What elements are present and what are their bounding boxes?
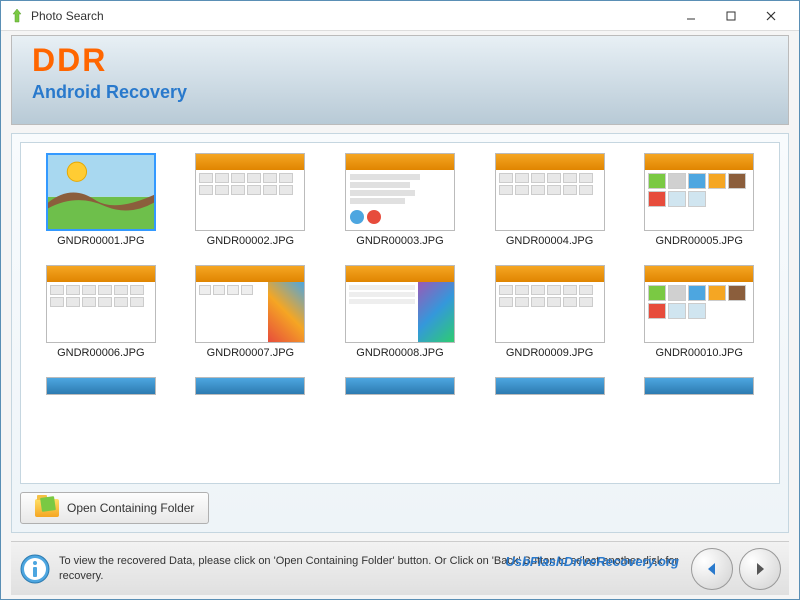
thumbnail-area[interactable]: GNDR00001.JPG GNDR00002.JPG GNDR00003.JPG G… (20, 142, 780, 484)
thumbnail-item[interactable] (31, 377, 171, 395)
thumbnail-item[interactable] (330, 377, 470, 395)
thumbnail-item[interactable]: GNDR00010.JPG (629, 265, 769, 359)
nav-buttons (691, 548, 781, 590)
thumbnail-item[interactable] (629, 377, 769, 395)
thumbnail-image (345, 265, 455, 343)
thumbnail-label: GNDR00005.JPG (655, 235, 742, 247)
thumbnail-image (46, 377, 156, 395)
thumbnail-image (644, 265, 754, 343)
logo-text: DDR (32, 44, 768, 76)
app-icon (9, 8, 25, 24)
window-title: Photo Search (31, 9, 671, 23)
thumbnail-item[interactable] (181, 377, 321, 395)
thumbnail-image (195, 377, 305, 395)
back-arrow-icon (703, 560, 721, 578)
thumbnail-image (46, 153, 156, 231)
open-containing-folder-button[interactable]: Open Containing Folder (20, 492, 209, 524)
thumbnail-image (345, 153, 455, 231)
thumbnail-label: GNDR00007.JPG (207, 347, 294, 359)
thumbnail-image (46, 265, 156, 343)
thumbnail-item[interactable]: GNDR00007.JPG (181, 265, 321, 359)
thumbnail-image (644, 153, 754, 231)
thumbnail-image (495, 377, 605, 395)
thumbnail-item[interactable]: GNDR00006.JPG (31, 265, 171, 359)
thumbnail-label: GNDR00003.JPG (356, 235, 443, 247)
thumbnail-label: GNDR00009.JPG (506, 347, 593, 359)
thumbnail-image (195, 265, 305, 343)
info-icon (19, 553, 51, 585)
thumbnail-image (495, 153, 605, 231)
thumbnail-label: GNDR00006.JPG (57, 347, 144, 359)
thumbnail-image (195, 153, 305, 231)
thumbnail-label: GNDR00002.JPG (207, 235, 294, 247)
thumbnail-item[interactable]: GNDR00008.JPG (330, 265, 470, 359)
close-icon (766, 11, 776, 21)
content-frame: GNDR00001.JPG GNDR00002.JPG GNDR00003.JPG G… (11, 133, 789, 533)
thumbnail-image (495, 265, 605, 343)
window-controls (671, 2, 791, 30)
watermark-text: UsbFlashDriveRecovery.org (505, 554, 679, 569)
footer-bar: To view the recovered Data, please click… (11, 541, 789, 595)
app-window: Photo Search DDR Android Recovery GNDR00… (0, 0, 800, 600)
thumbnail-item[interactable]: GNDR00009.JPG (480, 265, 620, 359)
minimize-button[interactable] (671, 2, 711, 30)
maximize-icon (726, 11, 736, 21)
open-folder-label: Open Containing Folder (67, 501, 194, 515)
thumbnail-item[interactable]: GNDR00005.JPG (629, 153, 769, 247)
thumbnail-label: GNDR00010.JPG (655, 347, 742, 359)
thumbnail-item[interactable]: GNDR00003.JPG (330, 153, 470, 247)
back-button[interactable] (691, 548, 733, 590)
thumbnail-image (345, 377, 455, 395)
thumbnail-item[interactable]: GNDR00001.JPG (31, 153, 171, 247)
thumbnail-label: GNDR00008.JPG (356, 347, 443, 359)
thumbnail-item[interactable]: GNDR00002.JPG (181, 153, 321, 247)
folder-icon (35, 499, 59, 517)
thumbnail-item[interactable]: GNDR00004.JPG (480, 153, 620, 247)
forward-button[interactable] (739, 548, 781, 590)
forward-arrow-icon (751, 560, 769, 578)
minimize-icon (686, 11, 696, 21)
thumbnail-grid: GNDR00001.JPG GNDR00002.JPG GNDR00003.JPG G… (31, 153, 769, 395)
button-row: Open Containing Folder (20, 492, 780, 524)
titlebar: Photo Search (1, 1, 799, 31)
close-button[interactable] (751, 2, 791, 30)
thumbnail-label: GNDR00001.JPG (57, 235, 144, 247)
maximize-button[interactable] (711, 2, 751, 30)
header-banner: DDR Android Recovery (11, 35, 789, 125)
logo-subtitle: Android Recovery (32, 82, 768, 103)
thumbnail-image (644, 377, 754, 395)
thumbnail-item[interactable] (480, 377, 620, 395)
thumbnail-label: GNDR00004.JPG (506, 235, 593, 247)
